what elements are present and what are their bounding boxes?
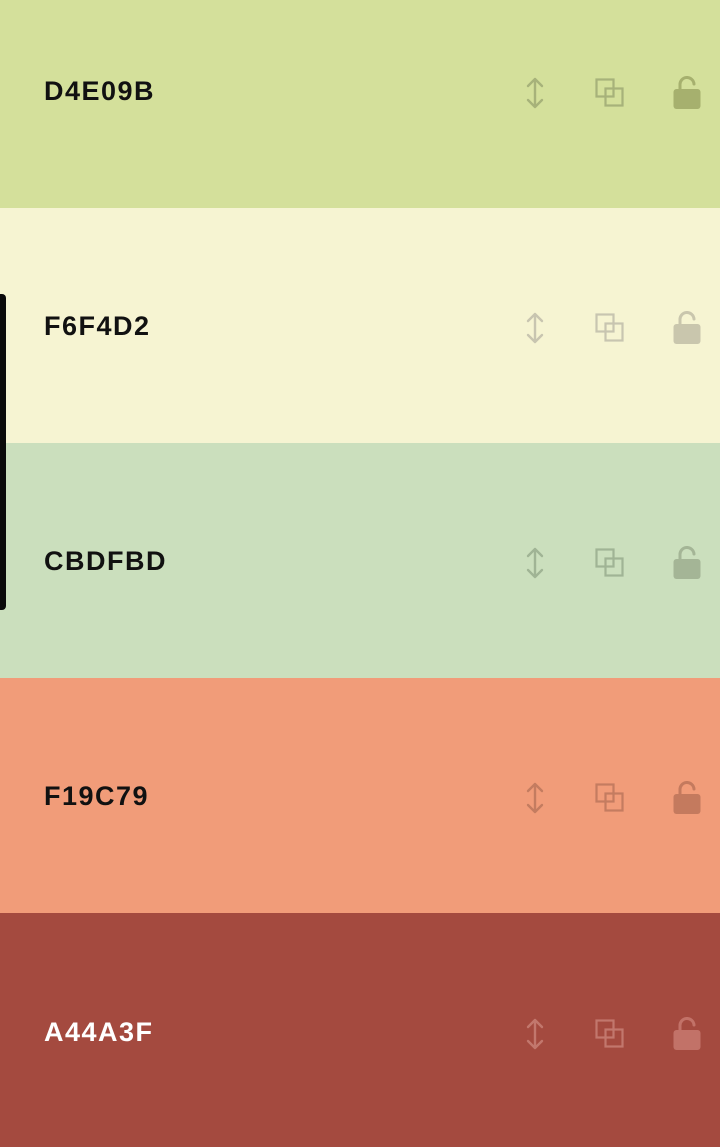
side-drag-handle[interactable]	[0, 294, 6, 610]
hex-code-label[interactable]: CBDFBD	[44, 546, 167, 577]
swatch-tools	[460, 73, 720, 113]
copy-icon	[595, 313, 624, 342]
vertical-arrows-icon	[526, 547, 544, 579]
color-swatch[interactable]: F6F4D2	[0, 208, 720, 443]
unlocked-padlock-icon	[673, 546, 701, 579]
copy-color-button[interactable]	[590, 543, 630, 583]
drag-handle-button[interactable]	[515, 778, 555, 818]
swatch-tools	[460, 1014, 720, 1054]
drag-handle-button[interactable]	[515, 543, 555, 583]
copy-color-button[interactable]	[590, 778, 630, 818]
unlocked-padlock-icon	[673, 781, 701, 814]
color-swatch[interactable]: A44A3F	[0, 913, 720, 1147]
hex-code-label[interactable]: D4E09B	[44, 76, 155, 107]
lock-color-button[interactable]	[667, 308, 707, 348]
copy-icon	[595, 1019, 624, 1048]
hex-code-label[interactable]: F19C79	[44, 781, 149, 812]
unlocked-padlock-icon	[673, 76, 701, 109]
unlocked-padlock-icon	[673, 1017, 701, 1050]
copy-icon	[595, 783, 624, 812]
drag-handle-button[interactable]	[515, 1014, 555, 1054]
color-palette: D4E09B F6F4D2 CBDFBD F19C79 A44A3F	[0, 0, 720, 1147]
vertical-arrows-icon	[526, 312, 544, 344]
color-swatch[interactable]: F19C79	[0, 678, 720, 913]
lock-color-button[interactable]	[667, 73, 707, 113]
vertical-arrows-icon	[526, 782, 544, 814]
swatch-tools	[460, 543, 720, 583]
copy-color-button[interactable]	[590, 73, 630, 113]
copy-color-button[interactable]	[590, 308, 630, 348]
color-swatch[interactable]: CBDFBD	[0, 443, 720, 678]
hex-code-label[interactable]: A44A3F	[44, 1017, 154, 1048]
lock-color-button[interactable]	[667, 543, 707, 583]
lock-color-button[interactable]	[667, 1014, 707, 1054]
hex-code-label[interactable]: F6F4D2	[44, 311, 151, 342]
copy-icon	[595, 78, 624, 107]
unlocked-padlock-icon	[673, 311, 701, 344]
copy-icon	[595, 548, 624, 577]
lock-color-button[interactable]	[667, 778, 707, 818]
vertical-arrows-icon	[526, 1018, 544, 1050]
drag-handle-button[interactable]	[515, 308, 555, 348]
drag-handle-button[interactable]	[515, 73, 555, 113]
color-swatch[interactable]: D4E09B	[0, 0, 720, 208]
copy-color-button[interactable]	[590, 1014, 630, 1054]
swatch-tools	[460, 308, 720, 348]
swatch-tools	[460, 778, 720, 818]
vertical-arrows-icon	[526, 77, 544, 109]
